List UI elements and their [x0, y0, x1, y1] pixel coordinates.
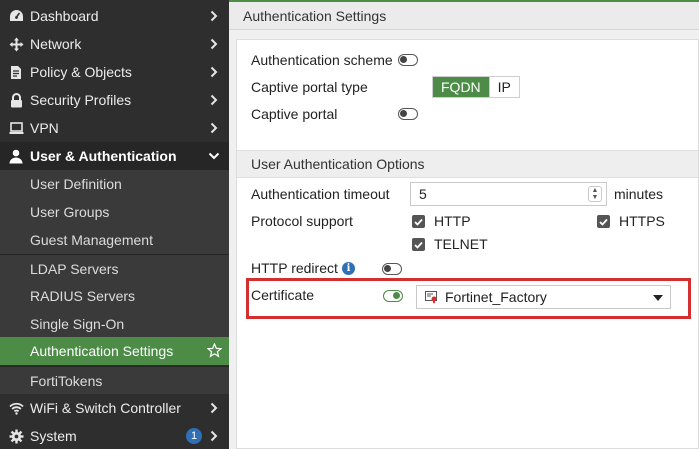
spinner-arrows-icon[interactable]: ▲ ▼ — [588, 186, 602, 202]
captive-portal-toggle[interactable] — [398, 108, 418, 120]
sidebar-item-label: VPN — [30, 120, 59, 136]
certificate-icon — [425, 291, 438, 307]
sidebar-item-label: System — [30, 428, 77, 444]
dashboard-icon — [8, 8, 24, 24]
captive-portal-type-selector: FQDN IP — [432, 76, 520, 98]
sidebar-item-single-sign-on[interactable]: Single Sign-On — [0, 310, 229, 338]
section-title: User Authentication Options — [251, 156, 425, 172]
auth-scheme-label: Authentication scheme — [251, 52, 393, 68]
sidebar-item-ldap-servers[interactable]: LDAP Servers — [0, 254, 229, 282]
http-label: HTTP — [434, 213, 471, 229]
auth-scheme-toggle[interactable] — [398, 54, 418, 66]
telnet-label: TELNET — [434, 236, 488, 252]
sidebar-item-label: User Definition — [30, 176, 122, 192]
sidebar-item-label: WiFi & Switch Controller — [30, 400, 181, 416]
auth-timeout-label: Authentication timeout — [251, 186, 390, 202]
sidebar-item-label: Single Sign-On — [30, 316, 125, 332]
sidebar-item-authentication-settings[interactable]: Authentication Settings — [0, 337, 229, 365]
sidebar-item-guest-management[interactable]: Guest Management — [0, 226, 229, 254]
star-icon[interactable] — [206, 342, 223, 361]
certificate-toggle[interactable] — [383, 290, 403, 302]
user-icon — [8, 148, 24, 164]
toggle-knob — [384, 265, 391, 272]
chevron-right-icon — [208, 401, 220, 415]
certificate-label: Certificate — [251, 287, 315, 303]
auth-timeout-input[interactable]: 5 ▲ ▼ — [410, 182, 607, 206]
network-icon — [8, 36, 24, 52]
sidebar: Dashboard Network Policy & Objects Secur… — [0, 0, 229, 449]
sidebar-item-label: User & Authentication — [30, 148, 177, 164]
main-content: Authentication Settings Authentication s… — [229, 0, 699, 449]
page-header: Authentication Settings — [229, 0, 699, 30]
sidebar-item-wifi-switch-controller[interactable]: WiFi & Switch Controller — [0, 394, 229, 422]
sidebar-item-label: Policy & Objects — [30, 64, 132, 80]
captive-portal-type-fqdn[interactable]: FQDN — [433, 77, 489, 97]
sidebar-item-policy-objects[interactable]: Policy & Objects — [0, 58, 229, 86]
section-header: User Authentication Options — [237, 150, 698, 178]
info-icon[interactable]: i — [342, 262, 355, 275]
vpn-icon — [8, 120, 24, 136]
auth-timeout-value: 5 — [419, 186, 427, 202]
policy-icon — [8, 64, 24, 80]
http-redirect-label: HTTP redirect — [251, 260, 338, 276]
chevron-right-icon — [208, 93, 220, 107]
chevron-right-icon — [208, 65, 220, 79]
sidebar-item-vpn[interactable]: VPN — [0, 114, 229, 142]
sidebar-item-user-authentication[interactable]: User & Authentication — [0, 142, 229, 170]
lock-icon — [8, 92, 24, 108]
page-title: Authentication Settings — [243, 8, 387, 24]
sidebar-item-label: LDAP Servers — [30, 260, 119, 277]
sidebar-item-label: Guest Management — [30, 232, 153, 248]
sidebar-item-label: Authentication Settings — [30, 343, 174, 359]
sidebar-item-label: FortiTokens — [30, 372, 103, 389]
https-label: HTTPS — [619, 213, 665, 229]
sidebar-item-label: Dashboard — [30, 8, 99, 24]
certificate-select[interactable]: Fortinet_Factory — [416, 285, 671, 309]
protocol-support-label: Protocol support — [251, 213, 353, 229]
toggle-knob — [400, 56, 407, 63]
toggle-knob — [393, 292, 400, 299]
settings-panel: Authentication scheme Captive portal typ… — [236, 39, 699, 449]
sidebar-item-label: Network — [30, 36, 82, 52]
captive-portal-type-label: Captive portal type — [251, 79, 368, 95]
toggle-knob — [400, 110, 407, 117]
sidebar-item-user-definition[interactable]: User Definition — [0, 170, 229, 198]
sidebar-item-fortitokens[interactable]: FortiTokens — [0, 366, 229, 394]
sidebar-item-radius-servers[interactable]: RADIUS Servers — [0, 282, 229, 310]
chevron-right-icon — [208, 37, 220, 51]
captive-portal-label: Captive portal — [251, 106, 338, 122]
notification-badge: 1 — [186, 428, 202, 444]
dropdown-caret-icon — [653, 295, 663, 301]
wifi-icon — [8, 400, 24, 416]
chevron-right-icon — [208, 9, 220, 23]
sidebar-item-user-groups[interactable]: User Groups — [0, 198, 229, 226]
sidebar-item-network[interactable]: Network — [0, 30, 229, 58]
https-checkbox[interactable] — [597, 215, 610, 228]
chevron-right-icon — [208, 429, 220, 443]
sidebar-item-label: User Groups — [30, 204, 110, 220]
gear-icon — [8, 428, 24, 444]
sidebar-item-label: RADIUS Servers — [30, 288, 136, 304]
sidebar-item-security-profiles[interactable]: Security Profiles — [0, 86, 229, 114]
chevron-down-icon — [208, 149, 220, 163]
sidebar-item-dashboard[interactable]: Dashboard — [0, 2, 229, 30]
captive-portal-type-ip[interactable]: IP — [488, 77, 519, 97]
http-checkbox[interactable] — [412, 215, 425, 228]
telnet-checkbox[interactable] — [412, 238, 425, 251]
auth-timeout-unit: minutes — [614, 186, 664, 202]
http-redirect-toggle[interactable] — [382, 263, 402, 275]
sidebar-item-system[interactable]: System 1 — [0, 422, 229, 449]
chevron-right-icon — [208, 121, 220, 135]
certificate-value: Fortinet_Factory — [445, 289, 547, 305]
sidebar-item-label: Security Profiles — [30, 92, 132, 108]
